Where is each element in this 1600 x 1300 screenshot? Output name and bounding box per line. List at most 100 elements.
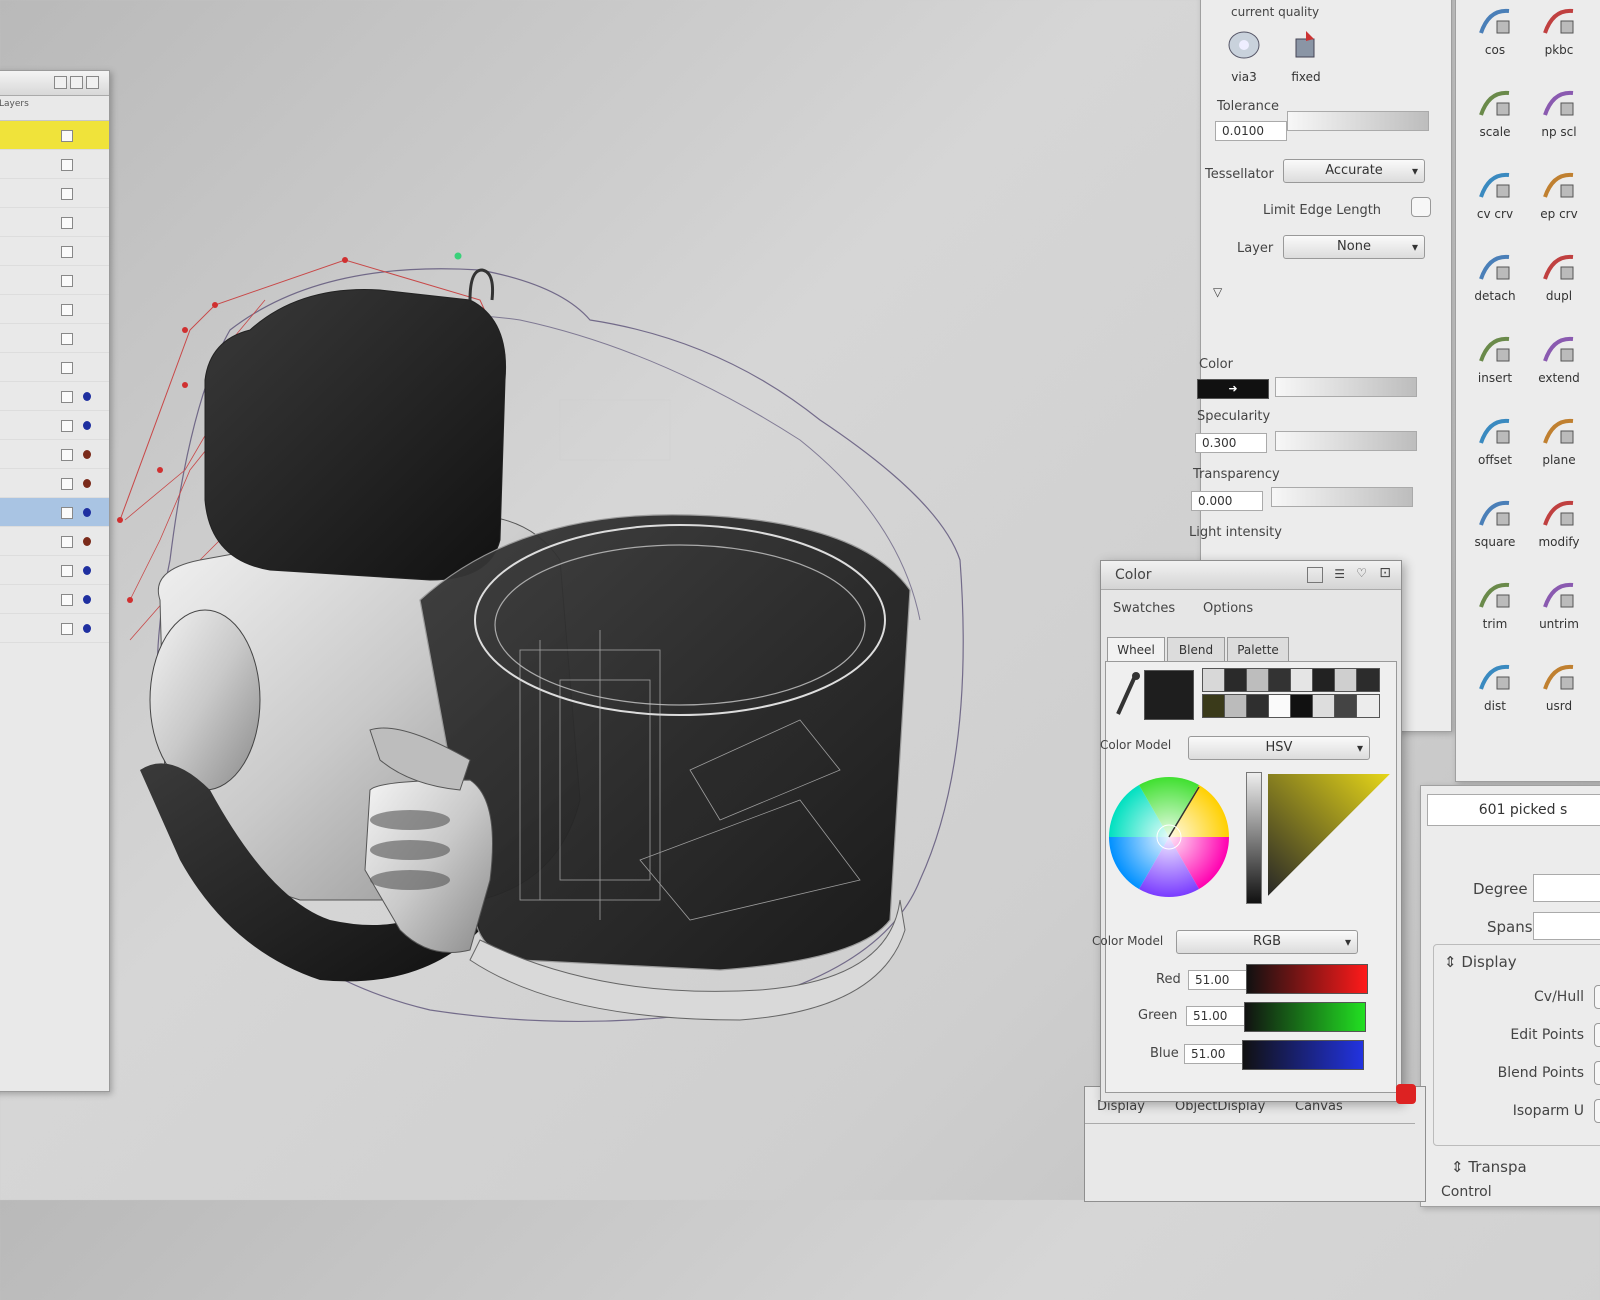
- red-slider[interactable]: [1246, 964, 1368, 994]
- color-model-dropdown-hsv[interactable]: HSV: [1188, 736, 1370, 760]
- display-section[interactable]: ⇕ Display Cv/Hull Edit Points Blend Points…: [1433, 944, 1600, 1146]
- visibility-toggle-icon[interactable]: [61, 507, 73, 519]
- tool-plane[interactable]: plane: [1530, 413, 1588, 467]
- layer-row[interactable]: [0, 150, 109, 179]
- panel-collapse-icon[interactable]: [70, 76, 83, 89]
- 3d-viewport[interactable]: Layers current quality via3 fixed Tolera…: [0, 0, 1600, 1207]
- color-swatch[interactable]: [1224, 694, 1248, 718]
- panel-close-icon[interactable]: [86, 76, 99, 89]
- tool-ep-crv[interactable]: ep crv: [1530, 167, 1588, 221]
- limit-edge-length-checkbox[interactable]: [1411, 197, 1431, 217]
- color-swatch[interactable]: [1268, 694, 1292, 718]
- window-list-icon[interactable]: ☰: [1334, 567, 1345, 581]
- tool-dupl[interactable]: dupl: [1530, 249, 1588, 303]
- tool-insert[interactable]: insert: [1466, 331, 1524, 385]
- visibility-toggle-icon[interactable]: [61, 217, 73, 229]
- visibility-toggle-icon[interactable]: [61, 623, 73, 635]
- saturation-triangle[interactable]: [1264, 770, 1394, 900]
- display-option-checkbox[interactable]: [1594, 985, 1600, 1009]
- swatches-menu[interactable]: Swatches: [1113, 601, 1175, 616]
- display-option-checkbox[interactable]: [1594, 1099, 1600, 1123]
- layer-row[interactable]: [0, 469, 109, 498]
- visibility-toggle-icon[interactable]: [61, 536, 73, 548]
- fixed-tool[interactable]: fixed: [1277, 27, 1335, 84]
- visibility-toggle-icon[interactable]: [61, 565, 73, 577]
- tool-dist[interactable]: dist: [1466, 659, 1524, 713]
- tool-cv-crv[interactable]: cv crv: [1466, 167, 1524, 221]
- color-swatch-button[interactable]: ➜: [1197, 379, 1269, 399]
- blue-field[interactable]: 51.00: [1184, 1044, 1248, 1064]
- color-swatch[interactable]: [1246, 668, 1270, 692]
- visibility-toggle-icon[interactable]: [61, 478, 73, 490]
- red-field[interactable]: 51.00: [1188, 970, 1252, 990]
- section-collapse-icon[interactable]: ▽: [1213, 285, 1222, 299]
- color-wheel[interactable]: [1104, 772, 1234, 902]
- display-option-checkbox[interactable]: [1594, 1061, 1600, 1085]
- tool-square[interactable]: square: [1466, 495, 1524, 549]
- value-strip[interactable]: [1246, 772, 1262, 904]
- color-swatch[interactable]: [1290, 694, 1314, 718]
- tessellator-dropdown[interactable]: Accurate: [1283, 159, 1425, 183]
- layer-row[interactable]: [0, 237, 109, 266]
- tool-modify[interactable]: modify: [1530, 495, 1588, 549]
- visibility-toggle-icon[interactable]: [61, 391, 73, 403]
- visibility-toggle-icon[interactable]: [61, 333, 73, 345]
- visibility-toggle-icon[interactable]: [61, 594, 73, 606]
- tab-palette[interactable]: Palette: [1227, 637, 1289, 662]
- tool-cos[interactable]: cos: [1466, 3, 1524, 57]
- layer-row[interactable]: [0, 266, 109, 295]
- color-swatch[interactable]: [1312, 694, 1336, 718]
- tool-offset[interactable]: offset: [1466, 413, 1524, 467]
- visibility-toggle-icon[interactable]: [61, 159, 73, 171]
- panel-menu-icon[interactable]: [54, 76, 67, 89]
- tool-extend[interactable]: extend: [1530, 331, 1588, 385]
- layer-row[interactable]: [0, 556, 109, 585]
- color-swatch[interactable]: [1356, 668, 1380, 692]
- tab-blend[interactable]: Blend: [1167, 637, 1225, 662]
- color-swatch[interactable]: [1334, 694, 1358, 718]
- tool-pkbc[interactable]: pkbc: [1530, 3, 1588, 57]
- tab-wheel[interactable]: Wheel: [1107, 637, 1165, 662]
- spans-field[interactable]: [1533, 912, 1600, 940]
- layer-row[interactable]: [0, 382, 109, 411]
- tool-np-scl[interactable]: np scl: [1530, 85, 1588, 139]
- layer-row[interactable]: [0, 179, 109, 208]
- layer-row[interactable]: [0, 324, 109, 353]
- color-swatch[interactable]: [1268, 668, 1292, 692]
- close-window-icon[interactable]: [1396, 1084, 1416, 1104]
- green-slider[interactable]: [1244, 1002, 1366, 1032]
- tolerance-field[interactable]: 0.0100: [1215, 121, 1287, 141]
- layer-row[interactable]: [0, 121, 109, 150]
- color-swatch[interactable]: [1356, 694, 1380, 718]
- specularity-field[interactable]: 0.300: [1195, 433, 1267, 453]
- display-option-checkbox[interactable]: [1594, 1023, 1600, 1047]
- transparency-section[interactable]: ⇕ Transpa: [1451, 1158, 1527, 1176]
- degree-field[interactable]: [1533, 874, 1600, 902]
- layer-row[interactable]: [0, 585, 109, 614]
- tool-usrd[interactable]: usrd: [1530, 659, 1588, 713]
- layer-row[interactable]: [0, 498, 109, 527]
- layer-row[interactable]: [0, 440, 109, 469]
- blue-slider[interactable]: [1242, 1040, 1364, 1070]
- color-swatch[interactable]: [1290, 668, 1314, 692]
- color-swatch[interactable]: [1334, 668, 1358, 692]
- specularity-slider[interactable]: [1275, 431, 1417, 451]
- layer-row[interactable]: [0, 295, 109, 324]
- layer-row[interactable]: [0, 527, 109, 556]
- visibility-toggle-icon[interactable]: [61, 188, 73, 200]
- tolerance-slider[interactable]: [1287, 111, 1429, 131]
- color-slider[interactable]: [1275, 377, 1417, 397]
- layer-row[interactable]: [0, 411, 109, 440]
- color-model-dropdown-rgb[interactable]: RGB: [1176, 930, 1358, 954]
- current-color-swatch[interactable]: [1144, 670, 1194, 720]
- color-swatch[interactable]: [1312, 668, 1336, 692]
- via3-tool[interactable]: via3: [1215, 27, 1273, 84]
- model-render[interactable]: [100, 200, 1100, 1300]
- transparency-field[interactable]: 0.000: [1191, 491, 1263, 511]
- visibility-toggle-icon[interactable]: [61, 420, 73, 432]
- visibility-toggle-icon[interactable]: [61, 275, 73, 287]
- color-swatch[interactable]: [1246, 694, 1270, 718]
- visibility-toggle-icon[interactable]: [61, 246, 73, 258]
- tool-scale[interactable]: scale: [1466, 85, 1524, 139]
- color-swatch[interactable]: [1202, 668, 1226, 692]
